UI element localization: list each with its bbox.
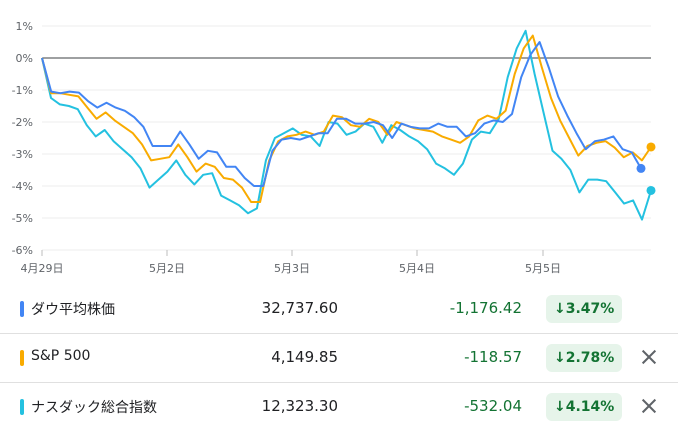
percent-value: 3.47% bbox=[565, 301, 615, 317]
series-color-swatch bbox=[20, 350, 24, 366]
y-tick-label: -5% bbox=[12, 212, 33, 225]
x-tick-label: 4月29日 bbox=[21, 262, 64, 275]
y-tick-label: -4% bbox=[12, 180, 33, 193]
down-arrow-icon: ↓ bbox=[554, 301, 566, 317]
series-color-swatch bbox=[20, 399, 24, 415]
y-tick-label: -2% bbox=[12, 116, 33, 129]
x-tick-label: 5月2日 bbox=[149, 262, 185, 275]
percent-value: 4.14% bbox=[565, 399, 615, 415]
series-endpoint bbox=[646, 142, 656, 152]
percent-value: 2.78% bbox=[565, 350, 615, 366]
percent-change-badge: ↓4.14% bbox=[546, 393, 623, 421]
x-tick-label: 5月3日 bbox=[274, 262, 310, 275]
x-tick-label: 5月4日 bbox=[399, 262, 435, 275]
y-tick-label: 1% bbox=[16, 20, 33, 33]
series-endpoint bbox=[636, 163, 646, 173]
index-name: ダウ平均株価 bbox=[31, 302, 115, 318]
down-arrow-icon: ↓ bbox=[554, 350, 566, 366]
index-change: -532.04 bbox=[464, 397, 522, 415]
index-price: 4,149.85 bbox=[271, 348, 338, 366]
index-price: 12,323.30 bbox=[261, 397, 338, 415]
y-tick-label: -6% bbox=[12, 244, 33, 257]
x-tick-label: 5月5日 bbox=[525, 262, 561, 275]
index-change: -118.57 bbox=[464, 348, 522, 366]
index-list: ダウ平均株価 32,737.60 -1,176.42 ↓3.47% S&P 50… bbox=[0, 285, 678, 431]
close-icon[interactable] bbox=[638, 395, 660, 417]
index-row-nasdaq[interactable]: ナスダック総合指数 12,323.30 -532.04 ↓4.14% bbox=[0, 383, 678, 431]
y-tick-label: -1% bbox=[12, 84, 33, 97]
series-line bbox=[41, 41, 642, 187]
down-arrow-icon: ↓ bbox=[554, 399, 566, 415]
index-row-sp500[interactable]: S&P 500 4,149.85 -118.57 ↓2.78% bbox=[0, 334, 678, 383]
index-name: ナスダック総合指数 bbox=[31, 400, 157, 416]
index-row-dow[interactable]: ダウ平均株価 32,737.60 -1,176.42 ↓3.47% bbox=[0, 285, 678, 334]
close-icon[interactable] bbox=[638, 346, 660, 368]
percent-change-badge: ↓3.47% bbox=[546, 295, 623, 323]
index-price: 32,737.60 bbox=[261, 299, 338, 317]
y-tick-label: 0% bbox=[16, 52, 33, 65]
series-color-swatch bbox=[20, 301, 24, 317]
index-change: -1,176.42 bbox=[449, 299, 522, 317]
index-name: S&P 500 bbox=[31, 348, 91, 364]
percent-change-badge: ↓2.78% bbox=[546, 344, 623, 372]
series-endpoint bbox=[646, 185, 656, 195]
index-comparison-chart: 1% 0% -1% -2% -3% -4% -5% -6% 4月29日 5月2日 5月3日 5月4日 5… bbox=[12, 20, 656, 275]
series-line bbox=[41, 29, 652, 221]
y-tick-label: -3% bbox=[12, 148, 33, 161]
